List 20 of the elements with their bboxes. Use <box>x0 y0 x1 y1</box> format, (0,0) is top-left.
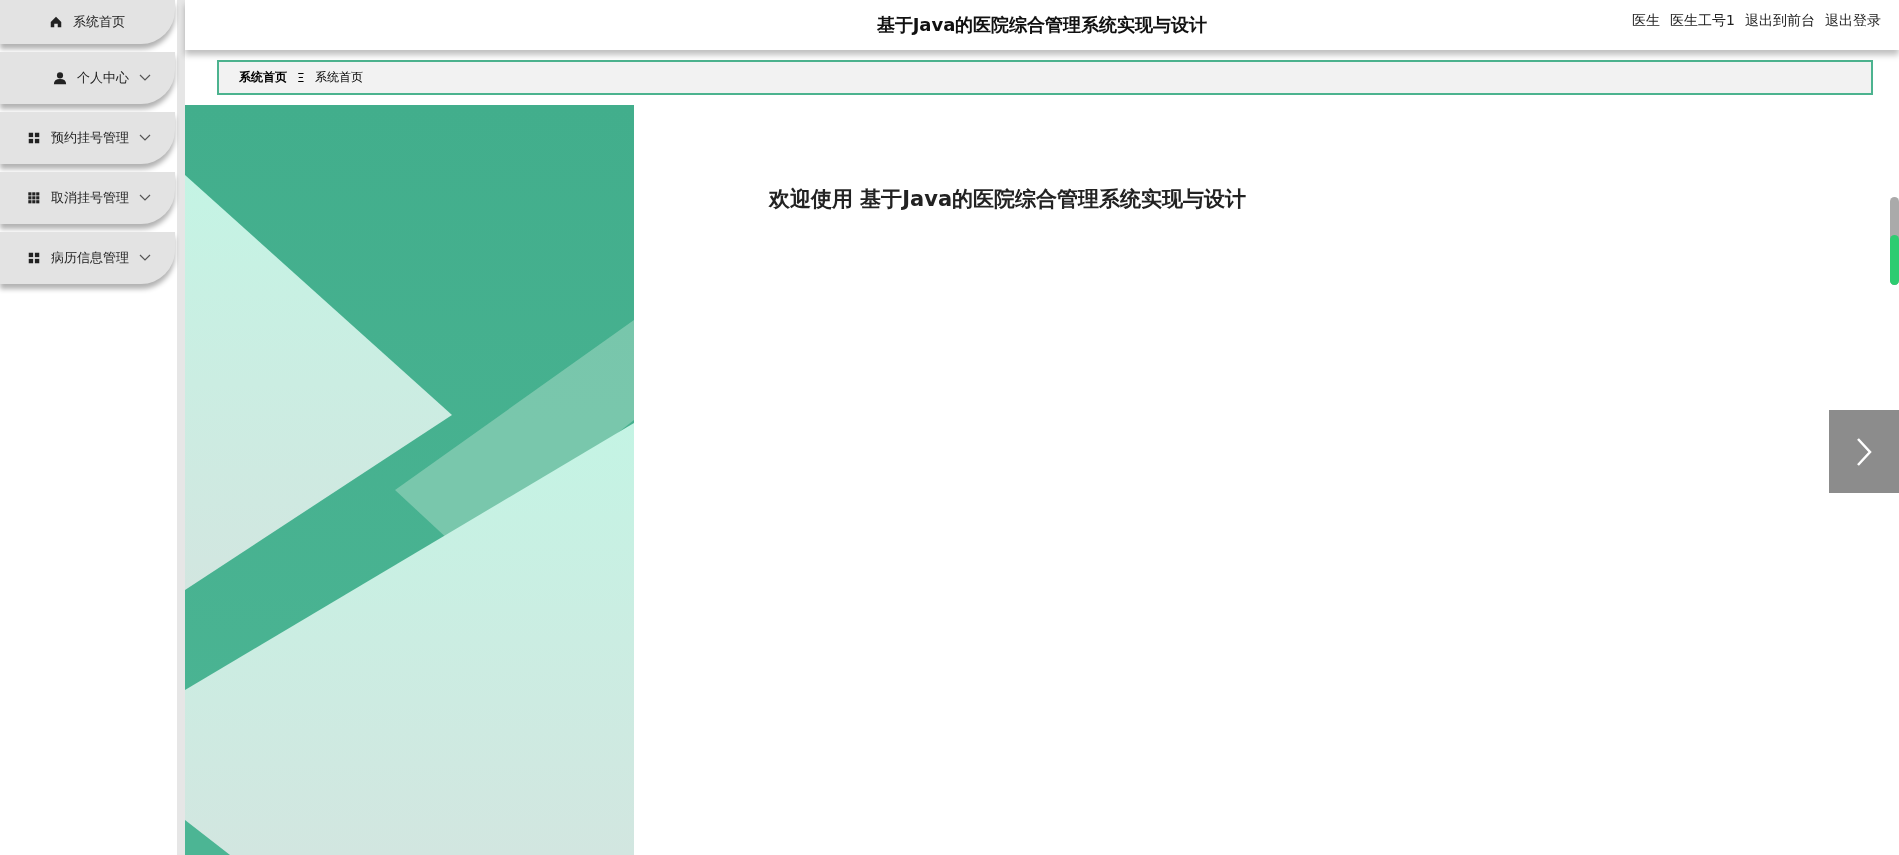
user-icon <box>53 71 67 85</box>
sidebar-item[interactable]: 预约挂号管理 <box>0 112 175 164</box>
app-title: 基于Java的医院综合管理系统实现与设计 <box>876 13 1208 37</box>
grid-icon <box>27 131 41 145</box>
header-link[interactable]: 退出到前台 <box>1745 12 1815 30</box>
next-slide-button[interactable] <box>1829 410 1899 493</box>
sidebar-item[interactable]: 系统首页 <box>0 0 175 44</box>
sidebar-item[interactable]: 病历信息管理 <box>0 232 175 284</box>
header-link[interactable]: 退出登录 <box>1825 12 1881 30</box>
sidebar-item[interactable]: 取消挂号管理 <box>0 172 175 224</box>
home-icon <box>49 15 63 29</box>
breadcrumb-item[interactable]: 系统首页 <box>239 69 287 86</box>
user-name: 医生工号1 <box>1670 12 1735 30</box>
grid-icon <box>27 251 41 265</box>
grid-icon <box>27 191 41 205</box>
breadcrumb-separator: Ξ <box>297 70 305 85</box>
user-role: 医生 <box>1632 12 1661 30</box>
welcome-heading: 欢迎使用 基于Java的医院综合管理系统实现与设计 <box>769 186 1247 213</box>
sidebar-item[interactable]: 个人中心 <box>0 52 175 104</box>
breadcrumb-item[interactable]: 系统首页 <box>314 69 363 86</box>
